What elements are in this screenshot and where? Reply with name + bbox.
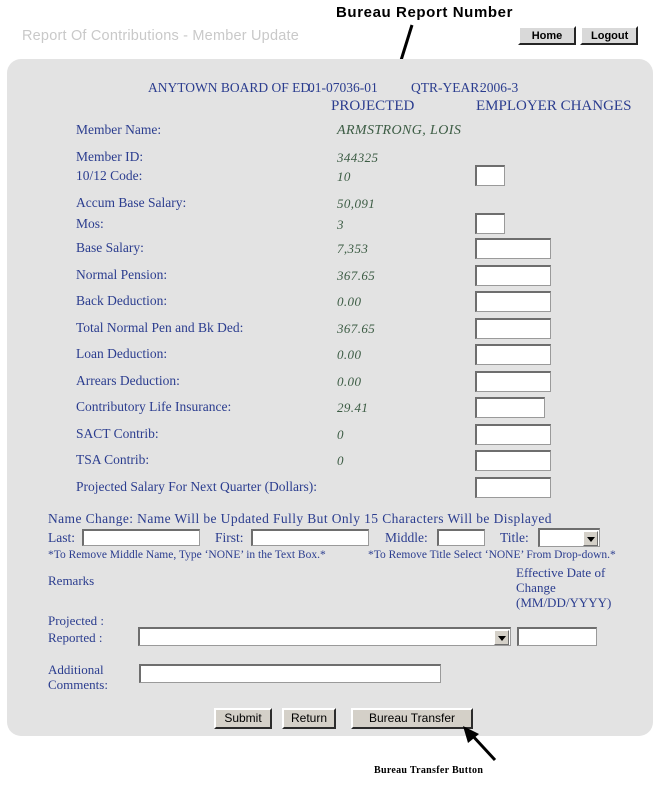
employer-change-input[interactable] [475,318,551,339]
return-button[interactable]: Return [282,708,336,729]
bureau-report-number-value: 01-07036-01 [308,80,378,95]
row-projected-value: 367.65 [337,268,376,283]
employer-change-input[interactable] [475,450,551,471]
contribution-row: Total Normal Pen and Bk Ded: 367.65 [0,318,660,340]
contribution-row: Accum Base Salary: 50,091 [0,195,660,215]
row-projected-value: 0.00 [337,347,362,362]
effective-date-label-line1: Effective Date of [516,565,606,580]
row-label: Loan Deduction: [76,346,168,361]
row-label: 10/12 Code: [76,168,143,183]
contribution-row: Member ID: 344325 [0,149,660,169]
projected-label: Projected : [48,613,104,628]
row-projected-value: 344325 [337,150,379,165]
row-label: Contributory Life Insurance: [76,399,232,414]
contribution-row: SACT Contrib: 0 [0,424,660,446]
annotation-arrow-bottom [463,726,497,762]
employer-change-input[interactable] [475,265,551,286]
row-projected-value: 50,091 [337,196,376,211]
middle-name-label: Middle: [385,530,428,545]
contribution-row: Loan Deduction: 0.00 [0,344,660,366]
contribution-row: Arrears Deduction: 0.00 [0,371,660,393]
contribution-row: Normal Pension: 367.65 [0,265,660,287]
row-label: Back Deduction: [76,293,168,308]
reported-remark-select[interactable] [138,627,511,646]
first-name-label: First: [215,530,244,545]
employer-change-input[interactable] [475,165,505,186]
reported-label: Reported : [48,630,103,645]
additional-comments-label-line1: Additional [48,662,104,677]
column-header-employer-changes: EMPLOYER CHANGES [476,98,632,114]
first-name-input[interactable] [251,529,369,546]
row-label: Projected Salary For Next Quarter (Dolla… [76,479,318,494]
additional-comments-input[interactable] [139,664,441,683]
row-projected-value: 7,353 [337,241,369,256]
home-button[interactable]: Home [518,26,576,45]
effective-date-label-line2: Change [516,580,556,595]
row-projected-value: 3 [337,217,344,232]
row-projected-value: 0 [337,453,344,468]
row-projected-value: 0 [337,427,344,442]
contribution-row: Projected Salary For Next Quarter (Dolla… [0,477,660,499]
row-label: Normal Pension: [76,267,168,282]
submit-button[interactable]: Submit [214,708,272,729]
row-label: Accum Base Salary: [76,195,187,210]
row-label: Member ID: [76,149,144,164]
contribution-row: Member Name: ARMSTRONG, LOIS [0,122,660,142]
contribution-row: TSA Contrib: 0 [0,450,660,472]
row-label: TSA Contrib: [76,452,150,467]
annotation-bureau-report-number: Bureau Report Number [336,4,514,21]
row-projected-value: ARMSTRONG, LOIS [337,123,462,138]
window-titlebar: Report Of Contributions - Member Update … [0,26,660,58]
row-label: Arrears Deduction: [76,373,180,388]
chevron-down-icon[interactable] [583,531,598,546]
contribution-row: 10/12 Code: 10 [0,165,660,188]
row-projected-value: 367.65 [337,321,376,336]
effective-date-input[interactable] [517,627,597,646]
annotation-bureau-transfer-button: Bureau Transfer Button [374,765,484,776]
row-projected-value: 0.00 [337,374,362,389]
note-remove-middle-name: *To Remove Middle Name, Type ‘NONE’ in t… [48,549,326,561]
page-title: Report Of Contributions - Member Update [22,28,299,44]
column-header-projected: PROJECTED [331,98,415,114]
title-label: Title: [500,530,529,545]
employer-change-input[interactable] [475,344,551,365]
title-select[interactable] [538,528,600,547]
employer-change-input[interactable] [475,238,551,259]
row-label: Base Salary: [76,240,144,255]
name-change-heading: Name Change: Name Will be Updated Fully … [48,511,552,526]
qtr-year-value: 2006-3 [480,80,519,95]
row-label: SACT Contrib: [76,426,159,441]
row-label: Member Name: [76,122,162,137]
employer-change-input[interactable] [475,477,551,498]
employer-change-input[interactable] [475,291,551,312]
organization-name: ANYTOWN BOARD OF ED. [148,80,314,95]
effective-date-label-line3: (MM/DD/YYYY) [516,595,612,610]
last-name-label: Last: [48,530,75,545]
employer-change-input[interactable] [475,213,505,234]
logout-button[interactable]: Logout [580,26,638,45]
contribution-row: Base Salary: 7,353 [0,238,660,260]
employer-change-input[interactable] [475,397,545,418]
employer-change-input[interactable] [475,424,551,445]
note-remove-title: *To Remove Title Select ‘NONE’ From Drop… [368,549,616,561]
row-projected-value: 10 [337,169,351,184]
middle-name-input[interactable] [437,529,485,546]
employer-change-input[interactable] [475,371,551,392]
qtr-year-label: QTR-YEAR: [411,80,483,95]
row-label: Total Normal Pen and Bk Ded: [76,320,244,335]
last-name-input[interactable] [82,529,200,546]
contribution-row: Mos: 3 [0,213,660,236]
row-projected-value: 29.41 [337,400,369,415]
contribution-row: Back Deduction: 0.00 [0,291,660,313]
row-label: Mos: [76,216,104,231]
remarks-label: Remarks [48,573,95,588]
chevron-down-icon[interactable] [494,630,509,645]
contribution-row: Contributory Life Insurance: 29.41 [0,397,660,419]
row-projected-value: 0.00 [337,294,362,309]
additional-comments-label-line2: Comments: [48,677,108,692]
